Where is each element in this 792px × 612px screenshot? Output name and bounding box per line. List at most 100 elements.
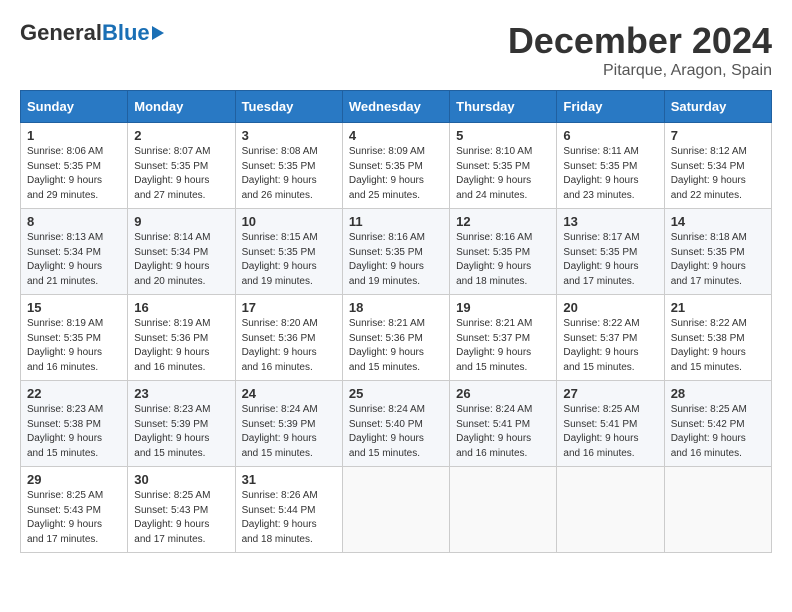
cell-content: Sunrise: 8:23 AMSunset: 5:38 PMDaylight:… bbox=[27, 403, 121, 461]
calendar-cell: 14 Sunrise: 8:18 AMSunset: 5:35 PMDayligh… bbox=[664, 209, 771, 295]
calendar-cell: 21 Sunrise: 8:22 AMSunset: 5:38 PMDayligh… bbox=[664, 295, 771, 381]
cell-content: Sunrise: 8:24 AMSunset: 5:41 PMDaylight:… bbox=[456, 403, 550, 461]
day-header-sunday: Sunday bbox=[21, 91, 128, 123]
calendar-cell: 17 Sunrise: 8:20 AMSunset: 5:36 PMDayligh… bbox=[235, 295, 342, 381]
day-number: 10 bbox=[242, 214, 336, 229]
header-row: SundayMondayTuesdayWednesdayThursdayFrid… bbox=[21, 91, 772, 123]
day-number: 15 bbox=[27, 300, 121, 315]
day-number: 3 bbox=[242, 128, 336, 143]
cell-content: Sunrise: 8:13 AMSunset: 5:34 PMDaylight:… bbox=[27, 231, 121, 289]
calendar-cell: 24 Sunrise: 8:24 AMSunset: 5:39 PMDayligh… bbox=[235, 381, 342, 467]
day-header-tuesday: Tuesday bbox=[235, 91, 342, 123]
logo: GeneralBlue bbox=[20, 20, 164, 46]
calendar-body: 1Sunrise: 8:06 AMSunset: 5:35 PMDaylight… bbox=[21, 123, 772, 553]
calendar-cell: 6 Sunrise: 8:11 AMSunset: 5:35 PMDaylight… bbox=[557, 123, 664, 209]
day-number: 28 bbox=[671, 386, 765, 401]
cell-content: Sunrise: 8:25 AMSunset: 5:43 PMDaylight:… bbox=[134, 489, 228, 547]
calendar-cell: 4 Sunrise: 8:09 AMSunset: 5:35 PMDaylight… bbox=[342, 123, 449, 209]
cell-content: Sunrise: 8:08 AMSunset: 5:35 PMDaylight:… bbox=[242, 145, 336, 203]
calendar-cell: 7 Sunrise: 8:12 AMSunset: 5:34 PMDaylight… bbox=[664, 123, 771, 209]
calendar-cell: 12Sunrise: 8:16 AMSunset: 5:35 PMDayligh… bbox=[450, 209, 557, 295]
calendar-table: SundayMondayTuesdayWednesdayThursdayFrid… bbox=[20, 90, 772, 553]
cell-content: Sunrise: 8:18 AMSunset: 5:35 PMDaylight:… bbox=[671, 231, 765, 289]
calendar-cell: 13Sunrise: 8:17 AMSunset: 5:35 PMDayligh… bbox=[557, 209, 664, 295]
day-number: 26 bbox=[456, 386, 550, 401]
day-number: 6 bbox=[563, 128, 657, 143]
day-number: 22 bbox=[27, 386, 121, 401]
cell-content: Sunrise: 8:15 AMSunset: 5:35 PMDaylight:… bbox=[242, 231, 336, 289]
day-number: 23 bbox=[134, 386, 228, 401]
calendar-cell: 19Sunrise: 8:21 AMSunset: 5:37 PMDayligh… bbox=[450, 295, 557, 381]
cell-content: Sunrise: 8:20 AMSunset: 5:36 PMDaylight:… bbox=[242, 317, 336, 375]
cell-content: Sunrise: 8:19 AMSunset: 5:36 PMDaylight:… bbox=[134, 317, 228, 375]
calendar-cell bbox=[557, 467, 664, 553]
logo-arrow-icon bbox=[152, 26, 164, 40]
cell-content: Sunrise: 8:25 AMSunset: 5:42 PMDaylight:… bbox=[671, 403, 765, 461]
day-number: 20 bbox=[563, 300, 657, 315]
calendar-cell: 2 Sunrise: 8:07 AMSunset: 5:35 PMDaylight… bbox=[128, 123, 235, 209]
cell-content: Sunrise: 8:24 AMSunset: 5:39 PMDaylight:… bbox=[242, 403, 336, 461]
calendar-cell: 27Sunrise: 8:25 AMSunset: 5:41 PMDayligh… bbox=[557, 381, 664, 467]
week-row-2: 8 Sunrise: 8:13 AMSunset: 5:34 PMDaylight… bbox=[21, 209, 772, 295]
day-number: 4 bbox=[349, 128, 443, 143]
day-header-wednesday: Wednesday bbox=[342, 91, 449, 123]
calendar-cell: 5Sunrise: 8:10 AMSunset: 5:35 PMDaylight… bbox=[450, 123, 557, 209]
cell-content: Sunrise: 8:09 AMSunset: 5:35 PMDaylight:… bbox=[349, 145, 443, 203]
page-header: GeneralBlue December 2024 Pitarque, Arag… bbox=[20, 20, 772, 80]
cell-content: Sunrise: 8:21 AMSunset: 5:36 PMDaylight:… bbox=[349, 317, 443, 375]
calendar-cell: 20 Sunrise: 8:22 AMSunset: 5:37 PMDayligh… bbox=[557, 295, 664, 381]
day-header-saturday: Saturday bbox=[664, 91, 771, 123]
cell-content: Sunrise: 8:11 AMSunset: 5:35 PMDaylight:… bbox=[563, 145, 657, 203]
day-number: 24 bbox=[242, 386, 336, 401]
calendar-cell: 10 Sunrise: 8:15 AMSunset: 5:35 PMDayligh… bbox=[235, 209, 342, 295]
day-number: 19 bbox=[456, 300, 550, 315]
day-number: 17 bbox=[242, 300, 336, 315]
cell-content: Sunrise: 8:22 AMSunset: 5:37 PMDaylight:… bbox=[563, 317, 657, 375]
cell-content: Sunrise: 8:23 AMSunset: 5:39 PMDaylight:… bbox=[134, 403, 228, 461]
calendar-header: SundayMondayTuesdayWednesdayThursdayFrid… bbox=[21, 91, 772, 123]
calendar-cell: 9 Sunrise: 8:14 AMSunset: 5:34 PMDaylight… bbox=[128, 209, 235, 295]
day-header-friday: Friday bbox=[557, 91, 664, 123]
day-number: 11 bbox=[349, 214, 443, 229]
logo-blue: Blue bbox=[102, 20, 150, 46]
cell-content: Sunrise: 8:19 AMSunset: 5:35 PMDaylight:… bbox=[27, 317, 121, 375]
day-number: 29 bbox=[27, 472, 121, 487]
cell-content: Sunrise: 8:12 AMSunset: 5:34 PMDaylight:… bbox=[671, 145, 765, 203]
day-number: 14 bbox=[671, 214, 765, 229]
day-number: 2 bbox=[134, 128, 228, 143]
calendar-cell bbox=[450, 467, 557, 553]
calendar-cell: 15 Sunrise: 8:19 AMSunset: 5:35 PMDayligh… bbox=[21, 295, 128, 381]
calendar-cell: 31 Sunrise: 8:26 AMSunset: 5:44 PMDayligh… bbox=[235, 467, 342, 553]
day-number: 21 bbox=[671, 300, 765, 315]
day-number: 30 bbox=[134, 472, 228, 487]
cell-content: Sunrise: 8:16 AMSunset: 5:35 PMDaylight:… bbox=[456, 231, 550, 289]
week-row-3: 15 Sunrise: 8:19 AMSunset: 5:35 PMDayligh… bbox=[21, 295, 772, 381]
calendar-cell: 23 Sunrise: 8:23 AMSunset: 5:39 PMDayligh… bbox=[128, 381, 235, 467]
cell-content: Sunrise: 8:07 AMSunset: 5:35 PMDaylight:… bbox=[134, 145, 228, 203]
calendar-cell bbox=[664, 467, 771, 553]
cell-content: Sunrise: 8:26 AMSunset: 5:44 PMDaylight:… bbox=[242, 489, 336, 547]
logo-general: General bbox=[20, 20, 102, 46]
day-number: 25 bbox=[349, 386, 443, 401]
calendar-cell: 1Sunrise: 8:06 AMSunset: 5:35 PMDaylight… bbox=[21, 123, 128, 209]
calendar-cell: 22 Sunrise: 8:23 AMSunset: 5:38 PMDayligh… bbox=[21, 381, 128, 467]
week-row-1: 1Sunrise: 8:06 AMSunset: 5:35 PMDaylight… bbox=[21, 123, 772, 209]
day-number: 8 bbox=[27, 214, 121, 229]
cell-content: Sunrise: 8:14 AMSunset: 5:34 PMDaylight:… bbox=[134, 231, 228, 289]
cell-content: Sunrise: 8:17 AMSunset: 5:35 PMDaylight:… bbox=[563, 231, 657, 289]
day-number: 7 bbox=[671, 128, 765, 143]
calendar-cell: 3 Sunrise: 8:08 AMSunset: 5:35 PMDaylight… bbox=[235, 123, 342, 209]
week-row-4: 22 Sunrise: 8:23 AMSunset: 5:38 PMDayligh… bbox=[21, 381, 772, 467]
calendar-cell: 18 Sunrise: 8:21 AMSunset: 5:36 PMDayligh… bbox=[342, 295, 449, 381]
title-section: December 2024 Pitarque, Aragon, Spain bbox=[508, 20, 772, 80]
month-title: December 2024 bbox=[508, 20, 772, 62]
day-number: 1 bbox=[27, 128, 121, 143]
day-number: 31 bbox=[242, 472, 336, 487]
day-number: 9 bbox=[134, 214, 228, 229]
calendar-cell: 29Sunrise: 8:25 AMSunset: 5:43 PMDayligh… bbox=[21, 467, 128, 553]
cell-content: Sunrise: 8:25 AMSunset: 5:41 PMDaylight:… bbox=[563, 403, 657, 461]
calendar-cell: 11Sunrise: 8:16 AMSunset: 5:35 PMDayligh… bbox=[342, 209, 449, 295]
day-number: 18 bbox=[349, 300, 443, 315]
cell-content: Sunrise: 8:22 AMSunset: 5:38 PMDaylight:… bbox=[671, 317, 765, 375]
day-number: 16 bbox=[134, 300, 228, 315]
